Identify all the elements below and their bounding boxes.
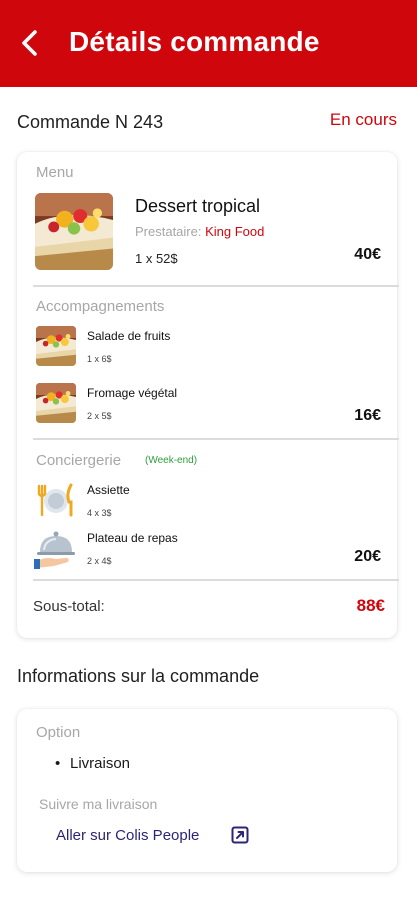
side-item-qty: 2 x 5$ bbox=[87, 411, 112, 421]
page-title: Détails commande bbox=[69, 26, 320, 57]
order-summary-card: Menu Dessert tropical Prestataire: King … bbox=[17, 152, 399, 638]
side-item-name: Fromage végétal bbox=[87, 386, 178, 400]
sides-section-label: Accompagnements bbox=[36, 298, 165, 315]
menu-item-provider: Prestataire: King Food bbox=[135, 224, 264, 239]
option-value: Livraison bbox=[70, 755, 131, 772]
subtotal-value: 88€ bbox=[356, 596, 385, 615]
side-item-image bbox=[36, 383, 76, 423]
menu-item-image bbox=[35, 193, 113, 270]
concierge-section-label: Conciergerie bbox=[36, 452, 122, 469]
order-status-badge: En cours bbox=[329, 110, 397, 129]
option-label: Option bbox=[36, 724, 81, 741]
side-item-image bbox=[36, 326, 76, 366]
menu-section-label: Menu bbox=[36, 164, 74, 181]
order-header: Commande N 243 En cours bbox=[17, 109, 397, 135]
provider-name: King Food bbox=[205, 224, 265, 239]
concierge-item-name: Plateau de repas bbox=[87, 531, 178, 545]
colis-people-link[interactable]: Aller sur Colis People bbox=[56, 827, 199, 844]
app-header: Détails commande bbox=[0, 0, 417, 87]
divider bbox=[33, 579, 399, 581]
external-link-icon[interactable] bbox=[231, 826, 249, 844]
menu-price: 40€ bbox=[354, 246, 381, 263]
subtotal-label: Sous-total: bbox=[33, 598, 105, 615]
side-item-name: Salade de fruits bbox=[87, 329, 171, 343]
order-info-title: Informations sur la commande bbox=[17, 666, 260, 686]
concierge-item-name: Assiette bbox=[87, 483, 130, 497]
concierge-item-qty: 2 x 4$ bbox=[87, 556, 112, 566]
tracking-label: Suivre ma livraison bbox=[39, 796, 158, 812]
order-number: Commande N 243 bbox=[17, 112, 164, 132]
divider bbox=[33, 438, 399, 440]
back-arrow-icon[interactable] bbox=[16, 28, 46, 58]
sides-price: 16€ bbox=[354, 407, 381, 424]
plate-cutlery-icon bbox=[37, 483, 73, 517]
menu-item-qty: 1 x 52$ bbox=[135, 251, 178, 266]
menu-item-name: Dessert tropical bbox=[135, 196, 261, 216]
concierge-price: 20€ bbox=[354, 548, 381, 565]
serving-tray-icon bbox=[34, 531, 75, 569]
divider bbox=[33, 285, 399, 287]
option-bullet: • bbox=[55, 755, 61, 772]
side-item-qty: 1 x 6$ bbox=[87, 354, 112, 364]
provider-label: Prestataire: bbox=[135, 224, 202, 239]
weekend-badge: (Week-end) bbox=[145, 455, 198, 466]
order-info-card: Option • Livraison Suivre ma livraison A… bbox=[17, 709, 397, 872]
concierge-item-qty: 4 x 3$ bbox=[87, 508, 112, 518]
